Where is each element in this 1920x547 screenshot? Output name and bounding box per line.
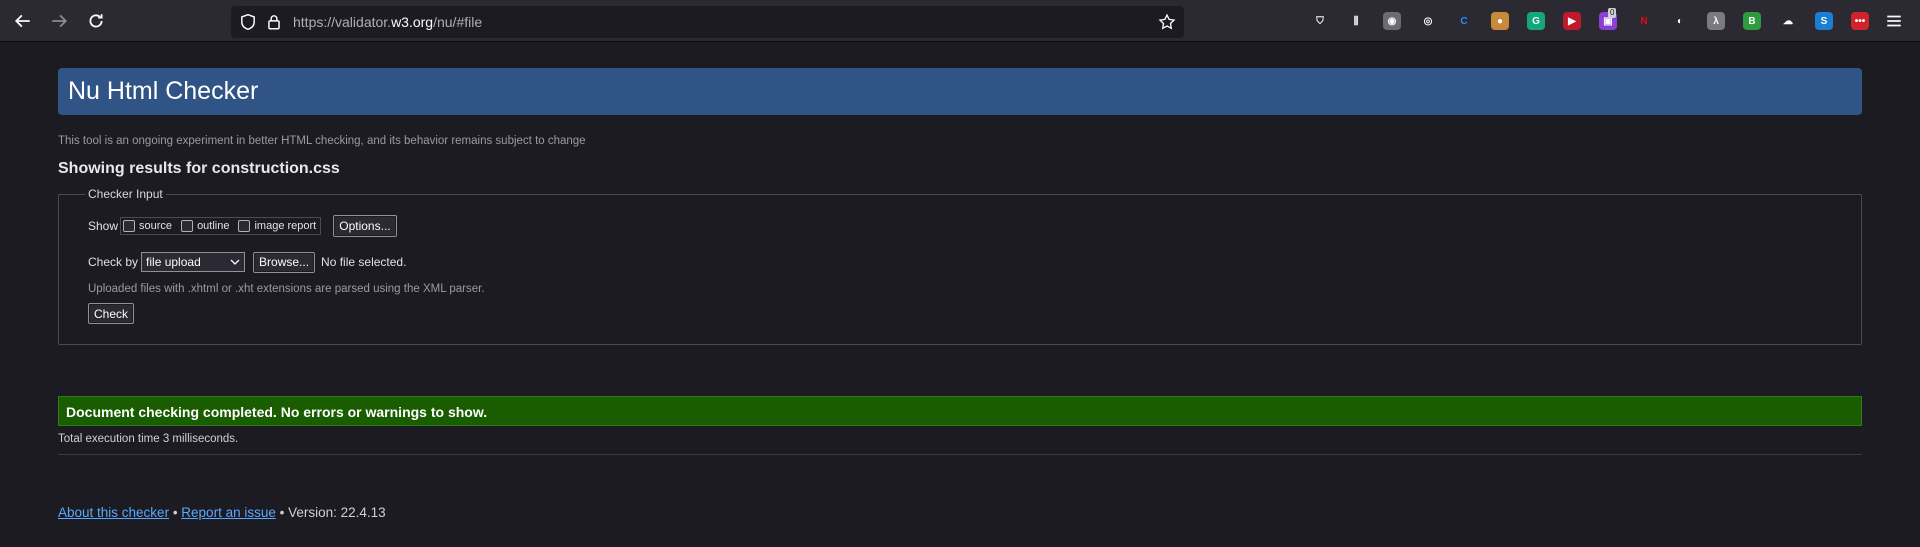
url-bar[interactable]: https://validator.w3.org/nu/#file (231, 6, 1184, 38)
hamburger-menu-icon[interactable] (1880, 7, 1908, 35)
divider (58, 454, 1862, 455)
about-link[interactable]: About this checker (58, 505, 169, 520)
pocket-icon[interactable]: ⛉ (1311, 12, 1329, 30)
check-button[interactable]: Check (88, 303, 135, 324)
checkbox-icon[interactable] (238, 220, 251, 232)
forward-arrow-icon[interactable] (45, 7, 73, 35)
results-heading: Showing results for construction.css (58, 160, 340, 177)
shield-icon[interactable] (239, 13, 257, 31)
success-message: Document checking completed. No errors o… (66, 404, 488, 420)
outline-checkbox[interactable]: outline (181, 220, 229, 232)
show-label: Show (88, 219, 119, 233)
ext-10-icon[interactable]: ☁ (1779, 12, 1797, 30)
version-text: • Version: 22.4.13 (275, 505, 386, 520)
checkbox-icon[interactable] (123, 220, 136, 232)
bookmark-star-icon[interactable] (1158, 13, 1176, 31)
options-button[interactable]: Options... (333, 215, 397, 237)
ext-1-icon[interactable]: ◉ (1383, 12, 1401, 30)
browser-toolbar: https://validator.w3.org/nu/#file ⛉ ⫼ ◉ ◎ C ●… (0, 0, 1920, 42)
checker-input-fieldset: Checker Input Show source outline image … (58, 187, 1862, 345)
check-by-row: Check by file upload Browse... No file s… (88, 251, 407, 273)
success-banner: Document checking completed. No errors o… (58, 396, 1862, 426)
chevron-down-icon (230, 259, 240, 265)
image-report-checkbox[interactable]: image report (238, 220, 316, 232)
back-arrow-icon[interactable] (9, 7, 37, 35)
browse-button[interactable]: Browse... (253, 251, 316, 273)
footer: About this checker • Report an issue • V… (58, 505, 386, 520)
ext-3-icon[interactable]: C (1455, 12, 1473, 30)
execution-time: Total execution time 3 milliseconds. (58, 433, 239, 445)
check-by-label: Check by (88, 255, 139, 269)
checkbox-icon[interactable] (181, 220, 194, 232)
show-row: Show source outline image report Options… (88, 215, 397, 237)
show-options-box: source outline image report (120, 217, 322, 235)
ext-12-icon[interactable]: ••• (1851, 12, 1869, 30)
title-bar: Nu Html Checker (58, 68, 1862, 115)
ext-5-icon[interactable]: ▶ (1563, 12, 1581, 30)
lock-icon[interactable] (265, 13, 283, 31)
upload-note: Uploaded files with .xhtml or .xht exten… (88, 283, 485, 295)
netflix-icon[interactable]: N (1635, 12, 1653, 30)
checker-input-legend: Checker Input (85, 187, 166, 201)
report-issue-link[interactable]: Report an issue (181, 505, 276, 520)
library-icon[interactable]: ⫼ (1347, 12, 1365, 30)
url-text[interactable]: https://validator.w3.org/nu/#file (293, 14, 482, 30)
intro-text: This tool is an ongoing experiment in be… (58, 135, 586, 147)
reload-icon[interactable] (82, 7, 110, 35)
ext-4-icon[interactable]: ● (1491, 12, 1509, 30)
source-checkbox[interactable]: source (123, 220, 172, 232)
ext-2-icon[interactable]: ◎ (1419, 12, 1437, 30)
grammarly-icon[interactable]: G (1527, 12, 1545, 30)
badge-count: 0 (1608, 8, 1617, 18)
footer-separator: • (169, 505, 182, 520)
ext-9-icon[interactable]: B (1743, 12, 1761, 30)
page-title: Nu Html Checker (68, 77, 259, 105)
ext-7-icon[interactable]: ◐ (1671, 12, 1689, 30)
check-by-select[interactable]: file upload (141, 252, 246, 272)
ext-11-icon[interactable]: S (1815, 12, 1833, 30)
ext-8-icon[interactable]: λ (1707, 12, 1725, 30)
file-status: No file selected. (321, 255, 407, 269)
page-content: Nu Html Checker This tool is an ongoing … (0, 43, 1920, 547)
